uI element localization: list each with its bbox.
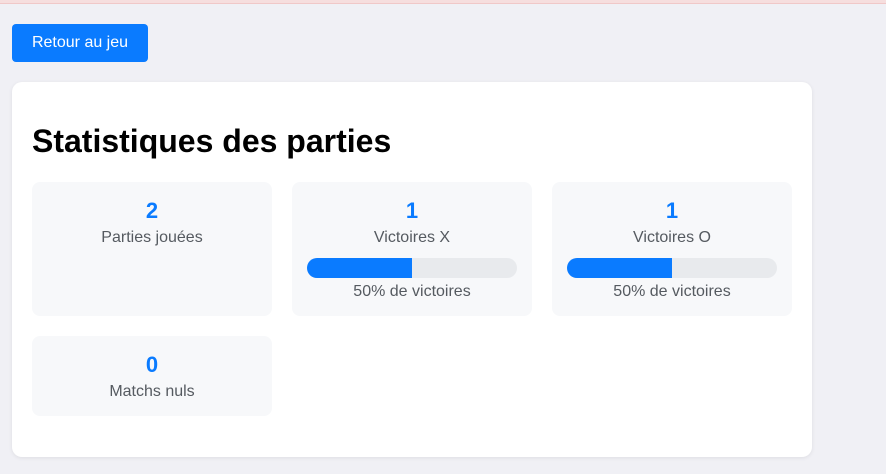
page-title: Statistiques des parties — [32, 123, 392, 159]
x-win-rate-text: 50% de victoires — [353, 283, 471, 300]
back-to-game-button[interactable]: Retour au jeu — [12, 24, 148, 62]
o-wins-label: Victoires O — [633, 229, 711, 246]
stat-card-draws: 0 Matchs nuls — [32, 336, 272, 416]
o-win-rate-bar — [567, 258, 777, 278]
x-wins-label: Victoires X — [373, 229, 451, 246]
stats-panel: Statistiques des parties 2 Parties jouée… — [12, 82, 812, 457]
games-played-label: Parties jouées — [101, 229, 203, 246]
draws-value: 0 — [145, 352, 159, 377]
o-win-rate-text: 50% de victoires — [613, 283, 731, 300]
x-wins-value: 1 — [405, 198, 419, 223]
o-win-rate-fill — [567, 258, 672, 278]
x-win-rate-bar — [307, 258, 517, 278]
top-edge-strip — [0, 0, 886, 4]
draws-label: Matchs nuls — [109, 383, 195, 400]
stat-card-o-wins: 1 Victoires O 50% de victoires — [552, 182, 792, 316]
stat-card-games-played: 2 Parties jouées — [32, 182, 272, 316]
games-played-value: 2 — [145, 198, 159, 223]
o-wins-value: 1 — [665, 198, 679, 223]
stat-card-x-wins: 1 Victoires X 50% de victoires — [292, 182, 532, 316]
x-win-rate-fill — [307, 258, 412, 278]
